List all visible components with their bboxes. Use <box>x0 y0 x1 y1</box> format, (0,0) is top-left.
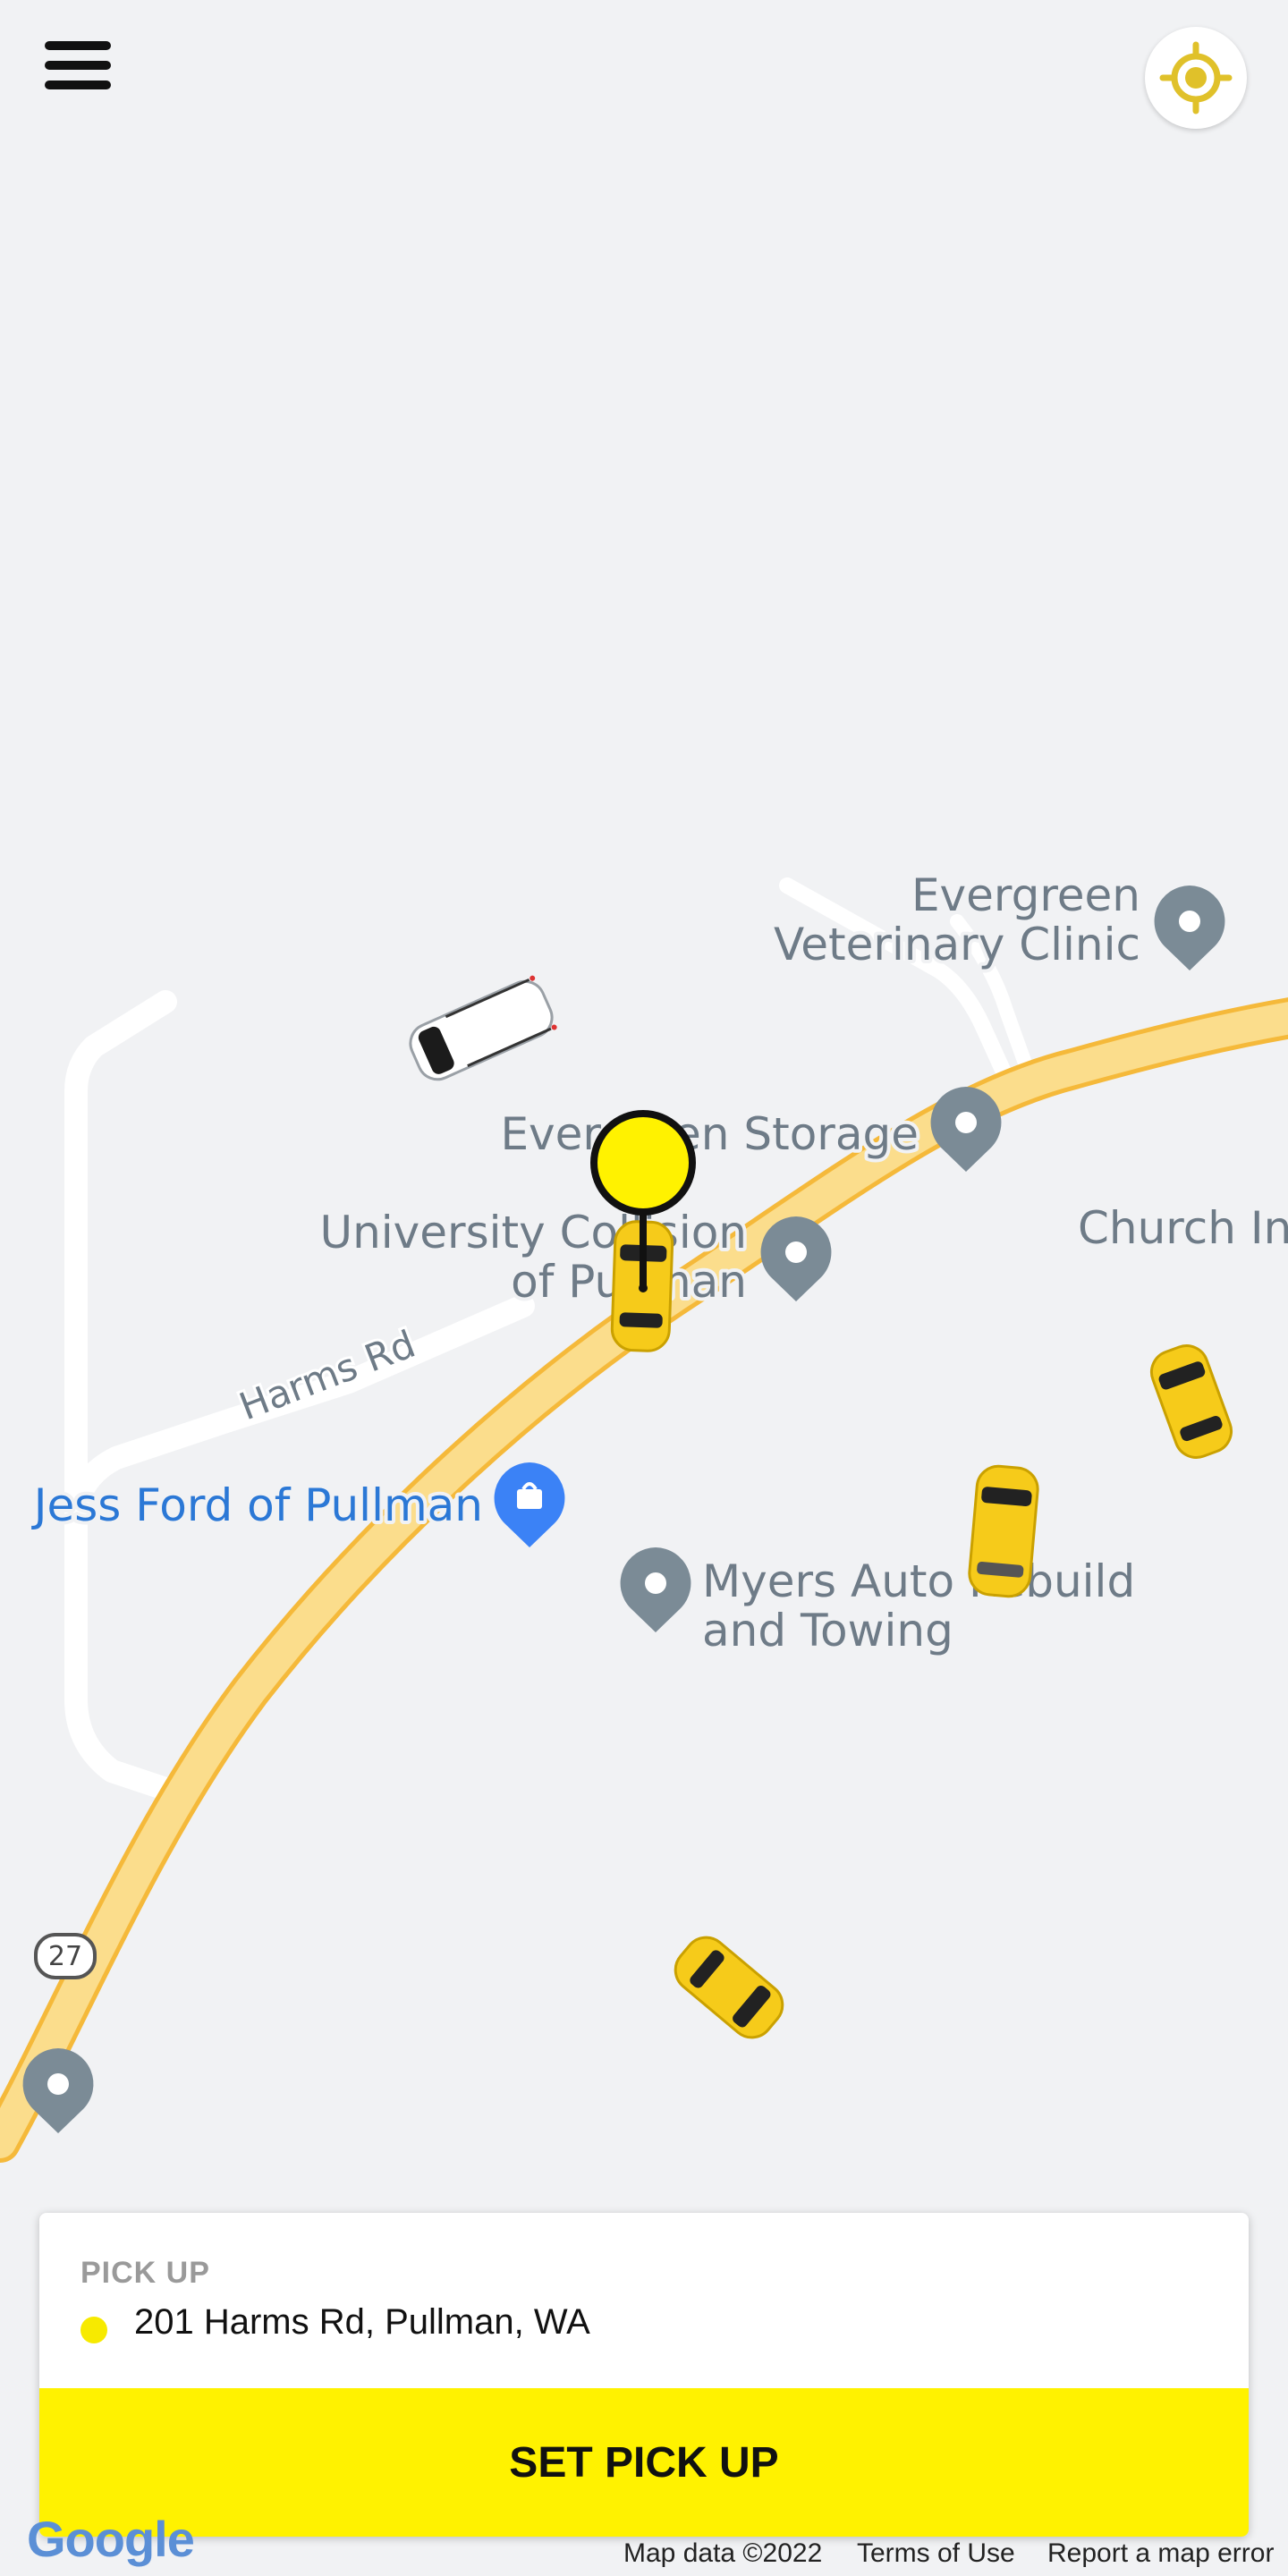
crosshair-location-icon <box>1159 41 1233 114</box>
poi-label-evergreen-storage: Evergreen Storage <box>500 1108 919 1160</box>
poi-label-jess-ford: Jess Ford of Pullman <box>31 1479 483 1531</box>
poi-label-myers-auto-line1: Myers Auto Rebuild <box>702 1555 1135 1607</box>
svg-text:27: 27 <box>48 1941 82 1972</box>
pickup-section-label: PICK UP <box>80 2256 210 2290</box>
hamburger-line <box>45 80 111 89</box>
set-pickup-button[interactable]: SET PICK UP <box>39 2388 1249 2537</box>
app-root: Harms Rd 27 Evergreen Veterinary Clinic … <box>0 0 1288 2576</box>
hamburger-line <box>45 61 111 70</box>
menu-button[interactable] <box>27 18 127 118</box>
map-data-attribution: Map data ©2022 <box>623 2538 823 2568</box>
google-logo[interactable]: Google <box>27 2510 195 2568</box>
pickup-dot-icon <box>80 2317 107 2343</box>
poi-label-evergreen-vet-line1: Evergreen <box>911 869 1140 921</box>
poi-label-myers-auto-line2: and Towing <box>702 1605 953 1657</box>
terms-of-use-link[interactable]: Terms of Use <box>857 2538 1015 2569</box>
pickup-address[interactable]: 201 Harms Rd, Pullman, WA <box>134 2302 590 2343</box>
report-map-error-link[interactable]: Report a map error <box>1047 2538 1274 2569</box>
hamburger-menu-icon <box>45 41 111 50</box>
taxi-car-icon <box>968 1464 1039 1598</box>
highway-shield-27: 27 <box>34 1933 97 1979</box>
poi-label-church: Church In <box>1078 1202 1288 1254</box>
pickup-card: PICK UP 201 Harms Rd, Pullman, WA SET PI… <box>39 2213 1249 2537</box>
my-location-button[interactable] <box>1145 27 1247 129</box>
poi-label-evergreen-vet-line2: Veterinary Clinic <box>774 919 1140 970</box>
map-view[interactable]: Harms Rd 27 Evergreen Veterinary Clinic … <box>0 0 1288 2576</box>
poi-label-university-collision-line1: University Collision <box>319 1207 747 1258</box>
